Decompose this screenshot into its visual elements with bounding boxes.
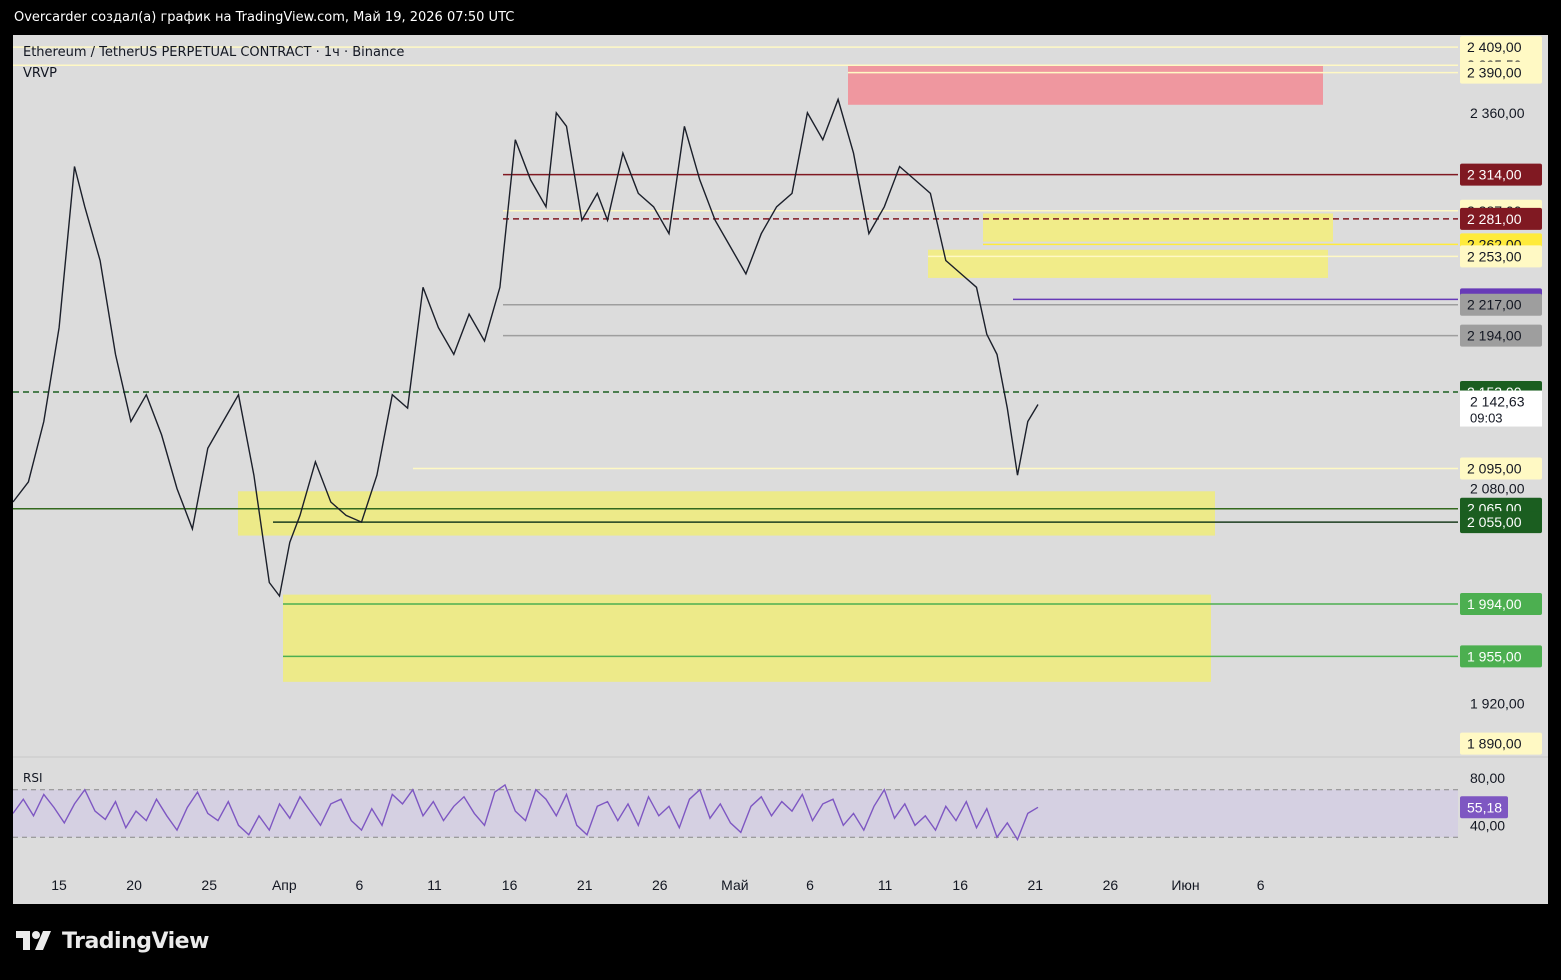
price-level-label: 2 217,00 — [1467, 297, 1522, 313]
x-tick-label: 16 — [502, 877, 518, 893]
price-level-label: 1 955,00 — [1467, 648, 1522, 664]
x-tick-label: 26 — [652, 877, 668, 893]
x-tick-label: 26 — [1103, 877, 1119, 893]
x-tick-label: Апр — [272, 877, 297, 893]
x-tick-label: 15 — [51, 877, 67, 893]
x-tick-label: 6 — [1257, 877, 1265, 893]
x-tick-label: 11 — [427, 877, 442, 893]
rsi-band — [13, 789, 1458, 838]
y-tick-label: 2 360,00 — [1470, 105, 1525, 121]
x-tick-label: Июн — [1171, 877, 1199, 893]
x-tick-label: 20 — [126, 877, 142, 893]
price-zone — [928, 249, 1328, 278]
price-level-label: 2 194,00 — [1467, 328, 1522, 344]
chart-canvas[interactable]: 2 409,002 395,502 390,002 314,002 287,00… — [13, 35, 1548, 904]
countdown-label: 09:03 — [1470, 411, 1503, 426]
price-level-label: 1 890,00 — [1467, 736, 1522, 752]
rsi-label: RSI — [23, 771, 43, 785]
x-tick-label: 16 — [952, 877, 968, 893]
price-level-label: 2 390,00 — [1467, 65, 1522, 81]
x-tick-label: Май — [721, 877, 748, 893]
y-tick-label: 1 920,00 — [1470, 695, 1525, 711]
tradingview-logo-text: TradingView — [62, 928, 209, 954]
indicator-name: VRVP — [23, 66, 57, 81]
price-zone — [238, 491, 1215, 536]
x-tick-label: 25 — [201, 877, 217, 893]
x-tick-label: 6 — [806, 877, 814, 893]
x-tick-label: 21 — [577, 877, 593, 893]
tradingview-logo[interactable]: TradingView — [16, 928, 209, 954]
price-zone — [283, 594, 1211, 682]
symbol-title: Ethereum / TetherUS PERPETUAL CONTRACT ·… — [23, 45, 405, 60]
price-zone — [848, 65, 1323, 105]
tradingview-logo-icon — [16, 931, 51, 950]
last-price-label: 2 142,63 — [1470, 394, 1525, 410]
price-zone — [983, 213, 1333, 242]
price-level-label: 2 281,00 — [1467, 211, 1522, 227]
rsi-value-label: 55,18 — [1467, 799, 1502, 815]
x-tick-label: 6 — [356, 877, 364, 893]
y-tick-label: 2 080,00 — [1470, 481, 1525, 497]
price-level-label: 1 994,00 — [1467, 596, 1522, 612]
price-level-label: 2 055,00 — [1467, 514, 1522, 530]
rsi-tick-label: 40,00 — [1470, 817, 1505, 833]
price-level-label: 2 095,00 — [1467, 460, 1522, 476]
price-level-label: 2 314,00 — [1467, 167, 1522, 183]
x-tick-label: 11 — [878, 877, 893, 893]
chart-caption: Overcarder создал(а) график на TradingVi… — [14, 10, 515, 25]
chart-frame[interactable]: 2 409,002 395,502 390,002 314,002 287,00… — [13, 35, 1548, 904]
price-level-label: 2 253,00 — [1467, 248, 1522, 264]
x-tick-label: 21 — [1028, 877, 1044, 893]
price-level-label: 2 409,00 — [1467, 39, 1522, 55]
rsi-tick-label: 80,00 — [1470, 770, 1505, 786]
